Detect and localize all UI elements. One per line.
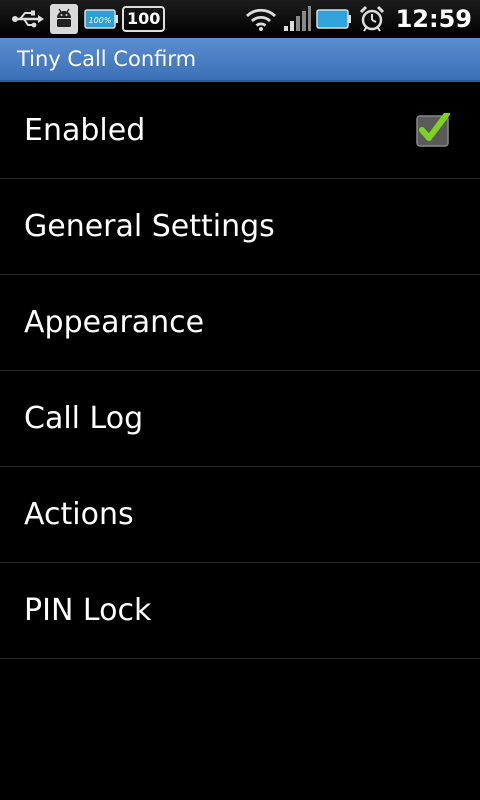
setting-pin-lock-label: PIN Lock: [24, 593, 152, 628]
settings-list: Enabled General Settings Appearance Call…: [0, 83, 480, 659]
setting-general-settings-label: General Settings: [24, 209, 275, 244]
battery-icon: [315, 3, 352, 35]
setting-general-settings[interactable]: General Settings: [0, 179, 480, 275]
android-debug-icon: [50, 4, 78, 34]
app-title-bar: Tiny Call Confirm: [0, 38, 480, 82]
setting-appearance[interactable]: Appearance: [0, 275, 480, 371]
setting-actions[interactable]: Actions: [0, 467, 480, 563]
setting-enabled-label: Enabled: [24, 113, 146, 148]
enabled-checkbox[interactable]: [416, 111, 450, 147]
usb-icon: [10, 3, 46, 35]
alarm-icon: [358, 3, 386, 35]
status-time: 12:59: [395, 5, 472, 33]
app-title: Tiny Call Confirm: [17, 47, 197, 71]
battery-100-icon: 100%: [84, 8, 118, 30]
setting-enabled[interactable]: Enabled: [0, 83, 480, 179]
notification-count: 100: [122, 6, 166, 32]
setting-call-log[interactable]: Call Log: [0, 371, 480, 467]
wifi-icon: [244, 3, 278, 35]
battery-100-text: 100%: [89, 16, 112, 25]
setting-actions-label: Actions: [24, 497, 134, 532]
setting-call-log-label: Call Log: [24, 401, 144, 436]
status-bar: 100% 100 12:59: [0, 0, 480, 38]
signal-icon: [282, 3, 312, 35]
setting-appearance-label: Appearance: [24, 305, 205, 340]
setting-pin-lock[interactable]: PIN Lock: [0, 563, 480, 659]
